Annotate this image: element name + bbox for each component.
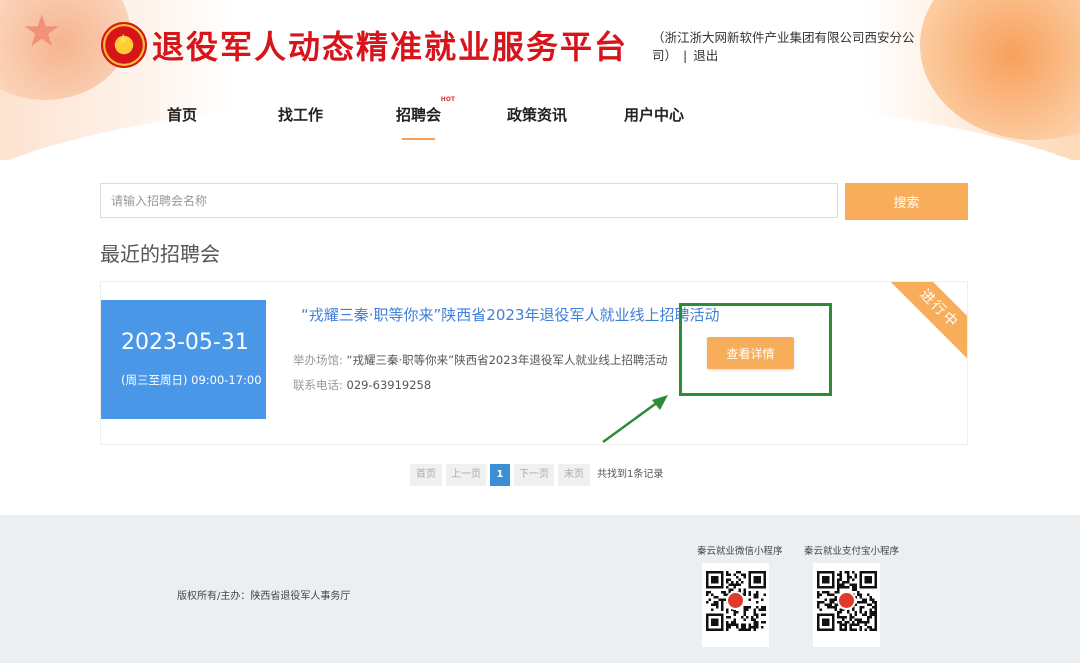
nav-item-home[interactable]: 首页 (167, 104, 197, 125)
alipay-qr-code (813, 563, 880, 647)
phone-label: 联系电话: (293, 378, 343, 392)
footer: 版权所有/主办：陕西省退役军人事务厅 秦云就业微信小程序 秦云就业支付宝小程序 (0, 515, 1080, 663)
qr-logo-icon (837, 591, 856, 610)
page-first[interactable]: 首页 (410, 464, 442, 486)
annotation-highlight-box (679, 303, 832, 396)
page-last[interactable]: 末页 (558, 464, 590, 486)
venue-value: “戎耀三秦·职等你来”陕西省2023年退役军人就业线上招聘活动 (346, 353, 668, 367)
qr-logo-icon (726, 591, 745, 610)
section-title: 最近的招聘会 (100, 242, 220, 266)
copyright: 版权所有/主办：陕西省退役军人事务厅 (177, 591, 351, 602)
nav-item-user-center[interactable]: 用户中心 (624, 104, 684, 125)
site-title: 退役军人动态精准就业服务平台 (152, 28, 629, 66)
search-input[interactable] (100, 183, 838, 218)
main-nav: 首页 找工作 招聘会 HOT 政策资讯 用户中心 (0, 96, 1080, 144)
qr-wechat-title: 秦云就业微信小程序 (697, 546, 783, 557)
annotation-arrow-icon (602, 395, 668, 444)
fair-time: (周三至周日) 09:00-17:00 (121, 373, 262, 387)
star-icon: ★ (22, 6, 62, 57)
user-org: （浙江浙大网新软件产业集团有限公司西安分公司） (652, 30, 915, 63)
user-info: （浙江浙大网新软件产业集团有限公司西安分公司） | 退出 (652, 29, 948, 65)
nav-item-job-fairs[interactable]: 招聘会 HOT (396, 96, 455, 140)
page-current[interactable]: 1 (490, 464, 510, 486)
hot-badge: HOT (440, 96, 456, 103)
separator: | (683, 48, 688, 63)
qr-alipay-title: 秦云就业支付宝小程序 (804, 546, 900, 557)
search-button[interactable]: 搜索 (845, 183, 968, 220)
page-total: 共找到1条记录 (597, 469, 664, 480)
logout-link[interactable]: 退出 (693, 48, 718, 63)
emblem-icon: ★ (101, 22, 147, 68)
nav-item-policy-news[interactable]: 政策资讯 (507, 104, 567, 125)
phone-line: 联系电话: 029-63919258 (293, 377, 431, 393)
fair-title-link[interactable]: “戎耀三秦·职等你来”陕西省2023年退役军人就业线上招聘活动 (301, 304, 720, 325)
job-fair-card: 2023-05-31 (周三至周日) 09:00-17:00 “戎耀三秦·职等你… (100, 281, 968, 445)
status-ribbon: 进行中 (882, 282, 967, 366)
wechat-qr-code (702, 563, 769, 647)
nav-item-job-fairs-label: 招聘会 (396, 106, 442, 124)
phone-value: 029-63919258 (346, 378, 432, 392)
date-box: 2023-05-31 (周三至周日) 09:00-17:00 (101, 300, 266, 419)
page-next[interactable]: 下一页 (514, 464, 554, 486)
header: ★ ★ 退役军人动态精准就业服务平台 （浙江浙大网新软件产业集团有限公司西安分公… (0, 0, 1080, 160)
page-prev[interactable]: 上一页 (446, 464, 486, 486)
venue-line: 举办场馆: “戎耀三秦·职等你来”陕西省2023年退役军人就业线上招聘活动 (293, 352, 667, 368)
fair-date: 2023-05-31 (121, 330, 249, 355)
venue-label: 举办场馆: (293, 353, 343, 367)
nav-item-jobs[interactable]: 找工作 (278, 104, 323, 125)
